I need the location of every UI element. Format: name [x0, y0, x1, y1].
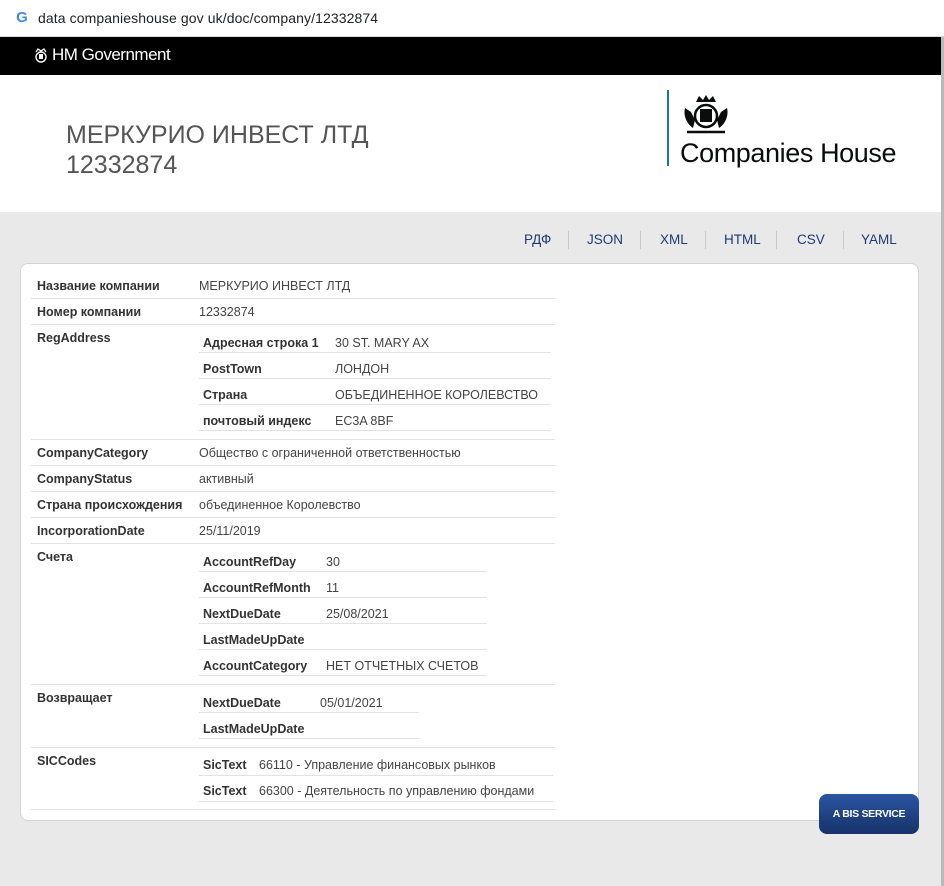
detail-value: объединенное Королевство — [199, 498, 361, 512]
sub-label: NextDueDate — [203, 607, 281, 621]
detail-row-returns: Возвращает NextDueDate 05/01/2021 LastMa… — [31, 684, 555, 748]
royal-coat-of-arms-icon — [684, 95, 728, 134]
sub-label: PostTown — [203, 362, 262, 376]
url-text[interactable]: data companieshouse gov uk/doc/company/1… — [38, 10, 378, 26]
sub-label: NextDueDate — [203, 696, 281, 710]
sub-value: 11 — [326, 581, 339, 595]
detail-label: CompanyStatus — [37, 472, 133, 486]
detail-label: IncorporationDate — [37, 524, 145, 538]
format-link-csv[interactable]: CSV — [797, 232, 825, 247]
format-link-html[interactable]: HTML — [724, 232, 761, 247]
detail-value: МЕРКУРИО ИНВЕСТ ЛТД — [199, 279, 351, 293]
page-frame: HM Government МЕРКУРИО ИНВЕСТ ЛТД 123328… — [0, 37, 944, 886]
format-link-json[interactable]: JSON — [587, 232, 623, 247]
separator — [640, 231, 641, 249]
detail-row-reg-address: RegAddress Адресная строка 1 30 ST. MARY… — [31, 324, 555, 440]
page-title: МЕРКУРИО ИНВЕСТ ЛТД — [66, 121, 369, 149]
sub-label: SicText — [203, 784, 247, 798]
detail-row-name: Название компании МЕРКУРИО ИНВЕСТ ЛТД — [31, 272, 555, 299]
company-number-heading: 12332874 — [66, 151, 178, 179]
format-links: РДФ JSON XML HTML CSV YAML — [0, 231, 941, 252]
royal-crest-icon — [35, 48, 47, 63]
sub-row: NextDueDate 25/08/2021 — [199, 597, 487, 624]
sub-label: почтовый индекс — [203, 414, 312, 428]
sub-value: ЛОНДОН — [335, 362, 390, 376]
format-link-yaml[interactable]: YAML — [861, 232, 897, 247]
sub-label: AccountRefDay — [203, 555, 297, 569]
detail-row-origin: Страна происхождения объединенное Короле… — [31, 491, 555, 518]
sub-row: PostTown ЛОНДОН — [199, 352, 551, 379]
detail-row-incorporation: IncorporationDate 25/11/2019 — [31, 517, 555, 544]
detail-row-category: CompanyCategory Общество с ограниченной … — [31, 439, 555, 466]
sub-value: 25/08/2021 — [326, 607, 389, 621]
sub-label: AccountRefMonth — [203, 581, 311, 595]
sub-row: SicText 66300 - Деятельность по управлен… — [199, 775, 553, 802]
detail-row-number: Номер компании 12332874 — [31, 298, 555, 325]
sub-value: НЕТ ОТЧЕТНЫХ СЧЕТОВ — [326, 659, 479, 673]
detail-label: CompanyCategory — [37, 446, 149, 460]
separator — [568, 231, 569, 249]
detail-label: Возвращает — [37, 691, 113, 705]
sub-row: Страна ОБЪЕДИНЕННОЕ КОРОЛЕВСТВО — [199, 378, 551, 405]
browser-address-bar[interactable]: G data companieshouse gov uk/doc/company… — [0, 0, 944, 37]
sub-label: SicText — [203, 758, 247, 772]
separator — [776, 231, 777, 249]
sub-row: NextDueDate 05/01/2021 — [199, 686, 419, 713]
masthead: МЕРКУРИО ИНВЕСТ ЛТД 12332874 Companies H… — [0, 75, 941, 212]
sub-row: AccountRefDay 30 — [199, 545, 487, 572]
sub-row: почтовый индекс EC3A 8BF — [199, 404, 551, 431]
sub-label: LastMadeUpDate — [203, 722, 305, 736]
sub-row: SicText 66110 - Управление финансовых ры… — [199, 749, 553, 776]
detail-label: Название компании — [37, 279, 160, 293]
sub-row: Адресная строка 1 30 ST. MARY AX — [199, 326, 551, 353]
sub-row: AccountRefMonth 11 — [199, 571, 487, 598]
sub-row: AccountCategory НЕТ ОТЧЕТНЫХ СЧЕТОВ — [199, 649, 487, 676]
brand-rule — [667, 90, 669, 166]
hm-government-label[interactable]: HM Government — [52, 45, 171, 65]
format-link-xml[interactable]: XML — [660, 232, 688, 247]
separator — [843, 231, 844, 249]
bis-service-badge[interactable]: A BIS SERVICE — [819, 794, 919, 834]
detail-label: SICCodes — [37, 754, 97, 768]
detail-value: активный — [199, 472, 254, 486]
sub-value: ОБЪЕДИНЕННОЕ КОРОЛЕВСТВО — [335, 388, 539, 402]
sub-value: 05/01/2021 — [320, 696, 383, 710]
sub-label: LastMadeUpDate — [203, 633, 305, 647]
hm-government-bar: HM Government — [0, 37, 941, 75]
separator — [705, 231, 706, 249]
google-g-icon: G — [16, 9, 28, 26]
company-details-card: Название компании МЕРКУРИО ИНВЕСТ ЛТД Но… — [20, 263, 919, 821]
sub-value: 66300 - Деятельность по управлению фонда… — [259, 784, 535, 798]
sub-value: EC3A 8BF — [335, 414, 394, 428]
sub-label: Адресная строка 1 — [203, 336, 319, 350]
detail-label: Страна происхождения — [37, 498, 183, 512]
detail-label: Номер компании — [37, 305, 142, 319]
sub-value: 30 ST. MARY AX — [335, 336, 430, 350]
detail-row-accounts: Счета AccountRefDay 30 AccountRefMonth 1… — [31, 543, 555, 685]
sub-value: 30 — [326, 555, 340, 569]
sub-label: Страна — [203, 388, 248, 402]
detail-value: 25/11/2019 — [199, 524, 261, 538]
detail-row-sic-codes: SICCodes SicText 66110 - Управление фина… — [31, 747, 555, 810]
companies-house-logo-text[interactable]: Companies House — [680, 138, 897, 169]
detail-value: 12332874 — [199, 305, 255, 319]
sub-label: AccountCategory — [203, 659, 308, 673]
detail-label: Счета — [37, 550, 73, 564]
sub-row: LastMadeUpDate — [199, 623, 487, 650]
detail-row-status: CompanyStatus активный — [31, 465, 555, 492]
sub-value: 66110 - Управление финансовых рынков — [259, 758, 496, 772]
detail-value: Общество с ограниченной ответственностью — [199, 446, 461, 460]
detail-label: RegAddress — [37, 331, 111, 345]
format-link-rdf[interactable]: РДФ — [524, 232, 551, 247]
sub-row: LastMadeUpDate — [199, 712, 419, 739]
